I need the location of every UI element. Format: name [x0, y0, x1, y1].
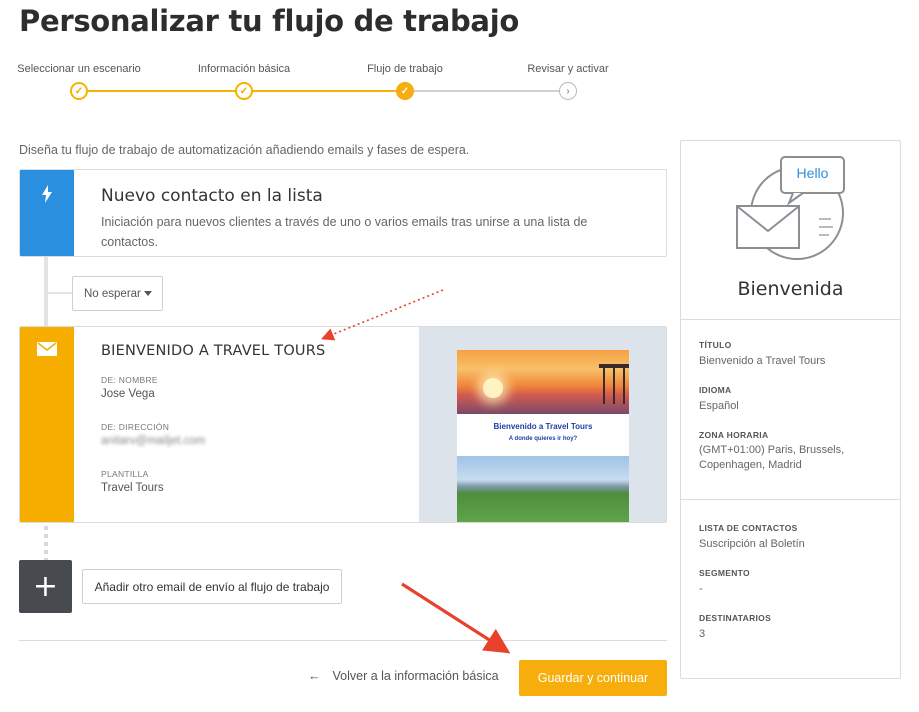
summary-value-language: Español [699, 400, 739, 412]
step-label-workflow: Flujo de trabajo [367, 63, 443, 75]
from-address-label: DE: DIRECCIÓN [101, 422, 170, 432]
trigger-card[interactable]: Nuevo contacto en la lista Iniciación pa… [19, 169, 667, 257]
template-value: Travel Tours [101, 482, 164, 494]
trigger-description: Iniciación para nuevos clientes a través… [101, 215, 588, 249]
preview-subheading: A donde quieres ir hoy? [508, 436, 578, 442]
from-name-label: DE: NOMBRE [101, 375, 158, 385]
email-step-card[interactable]: BIENVENIDO A TRAVEL TOURS DE: NOMBRE Jos… [19, 326, 667, 523]
step-chevron-right-icon: › [559, 82, 577, 100]
trigger-title: Nuevo contacto en la lista [101, 186, 323, 206]
caret-down-icon [144, 291, 152, 296]
pier-leg [603, 368, 605, 404]
summary-value-recipients: 3 [699, 628, 706, 640]
back-link-label: Volver a la información básica [332, 669, 499, 683]
summary-label-recipients: DESTINATARIOS [699, 613, 772, 623]
pier-leg [613, 368, 615, 404]
preview-sunset-image [457, 350, 629, 414]
arrow-left-icon: ← [308, 669, 321, 683]
step-label-review: Revisar y activar [527, 63, 609, 75]
workflow-intro-text: Diseña tu flujo de trabajo de automatiza… [19, 143, 470, 157]
sun-shape [483, 378, 503, 398]
template-label: PLANTILLA [101, 469, 149, 479]
step-label-scenario[interactable]: Seleccionar un escenario [17, 63, 141, 75]
stepper-remaining-line [405, 90, 567, 92]
workflow-connector-branch [48, 292, 72, 294]
wait-dropdown-value: No esperar [84, 287, 141, 300]
summary-separator [681, 499, 900, 500]
step-check-icon[interactable]: ✓ [70, 82, 88, 100]
footer-divider [19, 640, 667, 641]
hello-bubble-text: Hello [796, 165, 829, 181]
save-continue-button[interactable]: Guardar y continuar [519, 660, 667, 696]
preview-landscape-image [457, 456, 629, 522]
email-preview-page: Bienvenido a Travel Tours A donde quiere… [457, 350, 629, 522]
summary-label-contact-list: LISTA DE CONTACTOS [699, 523, 798, 533]
summary-title: Bienvenida [737, 278, 844, 300]
email-title: BIENVENIDO A TRAVEL TOURS [101, 343, 326, 359]
pier-silhouette [599, 364, 629, 404]
email-stripe [20, 327, 74, 522]
welcome-email-illustration [736, 156, 845, 260]
step-current-check-icon: ✓ [396, 82, 414, 100]
from-address-value: anitarv@mailjet.com [101, 435, 206, 447]
summary-hero: Hello Bienvenida [681, 141, 900, 320]
workflow-dotted-connector [44, 526, 48, 560]
add-email-tooltip[interactable]: Añadir otro email de envío al flujo de t… [82, 569, 342, 604]
step-check-icon[interactable]: ✓ [235, 82, 253, 100]
email-preview[interactable]: Bienvenido a Travel Tours A donde quiere… [419, 327, 666, 522]
summary-label-language: IDIOMA [699, 385, 732, 395]
summary-panel: Hello Bienvenida TÍTULO Bienvenido a Tra… [680, 140, 901, 679]
preview-heading: Bienvenido a Travel Tours [493, 422, 593, 431]
wizard-stepper: Seleccionar un escenario Información bás… [0, 60, 640, 110]
summary-label-timezone: ZONA HORARIA [699, 430, 769, 440]
summary-label-segment: SEGMENTO [699, 568, 750, 578]
summary-label-title: TÍTULO [699, 340, 732, 350]
summary-value-title: Bienvenido a Travel Tours [699, 355, 826, 367]
pier-leg [623, 368, 625, 404]
summary-value-contact-list: Suscripción al Boletín [699, 538, 805, 550]
page-title: Personalizar tu flujo de trabajo [19, 4, 519, 38]
from-name-value: Jose Vega [101, 388, 155, 400]
step-label-basic-info[interactable]: Información básica [198, 63, 290, 75]
lightning-icon [42, 185, 52, 203]
trigger-stripe [20, 170, 74, 256]
back-link[interactable]: ← Volver a la información básica [308, 669, 499, 683]
summary-value-timezone: (GMT+01:00) Paris, Brussels, Copenhagen,… [699, 444, 845, 471]
summary-value-segment: - [699, 583, 703, 595]
wait-dropdown[interactable]: No esperar [72, 276, 163, 311]
envelope-icon [37, 342, 57, 356]
add-email-button[interactable]: + [19, 560, 72, 613]
